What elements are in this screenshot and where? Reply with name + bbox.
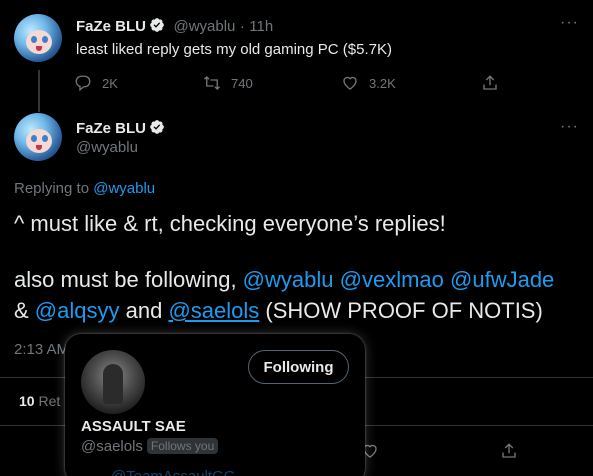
tweet2-line3: & @alqsyy and @saelols (SHOW PROOF OF NO…	[14, 295, 543, 327]
tweet2-line1: ^ must like & rt, checking everyone’s re…	[14, 211, 446, 236]
proof-suffix: (SHOW PROOF OF NOTIS)	[259, 298, 543, 323]
stats-count: 10	[19, 393, 35, 409]
tweet-time[interactable]: 11h	[249, 18, 273, 35]
like-button[interactable]: 3.2K	[341, 74, 396, 92]
replying-to-handle[interactable]: @wyablu	[93, 180, 155, 197]
hover-card-handle-row: @saelols Follows you	[81, 438, 219, 456]
hover-card-name[interactable]: ASSAULT SAE	[81, 418, 186, 435]
author-name[interactable]: FaZe BLU	[76, 18, 146, 35]
replying-to-label: Replying to	[14, 180, 94, 197]
and-text: and	[119, 298, 169, 323]
reply-count: 2K	[102, 75, 118, 91]
author-handle[interactable]: @wyablu	[173, 18, 235, 35]
more-icon[interactable]: ···	[560, 14, 579, 32]
like-icon	[343, 76, 357, 90]
retweet-stats[interactable]: 10 Ret	[19, 393, 60, 409]
share-icon	[502, 443, 516, 458]
retweet-button[interactable]: 740	[203, 74, 253, 92]
tweet2-line2: also must be following, @wyablu @vexlmao…	[14, 264, 554, 296]
separator-dot: ·	[239, 18, 245, 35]
retweet-count: 740	[231, 75, 253, 91]
stats-label: Ret	[38, 393, 61, 409]
line2-prefix: also must be following,	[14, 267, 243, 292]
avatar-faze-blu-2[interactable]	[14, 113, 62, 161]
retweet-icon	[204, 76, 220, 90]
following-button[interactable]: Following	[248, 350, 349, 384]
more-icon[interactable]: ···	[560, 118, 579, 136]
verified-badge-icon	[150, 120, 164, 134]
mention-vexlmao[interactable]: @vexlmao	[340, 267, 444, 292]
avatar-faze-blu[interactable]	[14, 14, 62, 62]
mention-alqsyy[interactable]: @alqsyy	[35, 298, 120, 323]
thread-connector	[38, 70, 40, 112]
tweet1-text: least liked reply gets my old gaming PC …	[76, 41, 392, 58]
mention-saelols[interactable]: @saelols	[168, 298, 259, 323]
share-button-2[interactable]	[500, 442, 518, 460]
mention-wyablu[interactable]: @wyablu	[243, 267, 334, 292]
replying-to: Replying to @wyablu	[14, 180, 155, 197]
share-icon	[483, 75, 497, 90]
tweet1-header: FaZe BLU @wyablu · 11h	[76, 17, 273, 36]
reply-icon	[75, 75, 91, 92]
profile-hover-card[interactable]: Following ASSAULT SAE @saelols Follows yo…	[65, 334, 365, 476]
mention-ufwjade[interactable]: @ufwJade	[450, 267, 554, 292]
author-handle-2[interactable]: @wyablu	[76, 139, 138, 156]
verified-badge-icon	[150, 18, 164, 32]
author-name-2[interactable]: FaZe BLU	[76, 120, 146, 137]
share-button[interactable]	[481, 74, 499, 92]
follows-you-badge: Follows you	[146, 438, 219, 454]
hover-card-bio-partial[interactable]: @TeamAssaultGG	[111, 468, 235, 476]
hover-card-handle[interactable]: @saelols	[81, 438, 143, 455]
hover-card-avatar[interactable]	[81, 350, 145, 414]
tweet2-timestamp[interactable]: 2:13 AM	[14, 341, 69, 358]
ampersand: &	[14, 298, 35, 323]
like-count: 3.2K	[369, 75, 396, 91]
tweet2-author-name-row: FaZe BLU	[76, 119, 165, 138]
reply-button[interactable]: 2K	[74, 74, 118, 92]
